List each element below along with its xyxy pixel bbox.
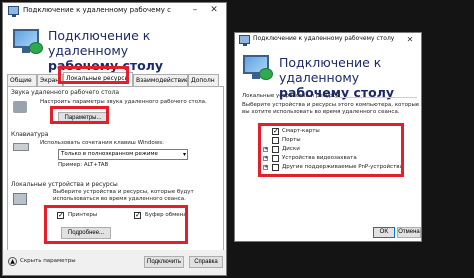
dialog-description-1: Выберите устройства и ресурсы этого комп… xyxy=(242,102,420,108)
remote-desktop-icon xyxy=(239,35,250,46)
keyboard-mode-select[interactable]: Только в полноэкранном режиме ▾ xyxy=(58,149,188,160)
sound-description: Настроить параметры звука удаленного раб… xyxy=(40,99,207,105)
dialog-header: Подключение к удаленному рабочему столу xyxy=(235,47,421,100)
help-button[interactable]: Справка xyxy=(189,256,223,268)
minimize-button[interactable]: – xyxy=(186,3,204,18)
chevron-down-icon: ▾ xyxy=(182,151,186,158)
remote-desktop-icon xyxy=(13,29,43,55)
close-button[interactable]: ✕ xyxy=(205,3,223,18)
remote-desktop-icon xyxy=(243,55,273,81)
keyboard-example: Пример: ALT+TAB xyxy=(58,162,109,168)
tab-experience[interactable]: Взаимодействие xyxy=(133,74,188,86)
dialog-description-2: вы хотите использовать во время удаленно… xyxy=(242,109,400,115)
dialog-footer: OK Отмена xyxy=(235,225,421,241)
devices-group-label: Локальные устройства и ресурсы xyxy=(11,181,118,188)
title-bar[interactable]: Подключение к удаленному рабочему с – ✕ xyxy=(3,3,226,20)
devices-icon xyxy=(13,193,27,205)
keyboard-description: Использовать сочетания клавиш Windows: xyxy=(40,140,164,146)
highlight-devices xyxy=(44,205,188,244)
keyboard-group-label: Клавиатура xyxy=(11,131,49,138)
footer-bar: ▲ Скрыть параметры Подключить Справка xyxy=(3,250,226,275)
keyboard-icon xyxy=(13,143,29,151)
speaker-icon xyxy=(13,101,27,113)
cancel-button[interactable]: Отмена xyxy=(397,227,421,238)
highlight-tab xyxy=(58,66,129,84)
devices-description-1: Выберите устройства и ресурсы, которые б… xyxy=(53,189,194,195)
tab-advanced[interactable]: Дополн xyxy=(188,74,219,86)
window-title: Подключение к удаленному рабочему столу xyxy=(253,35,395,42)
window-header: Подключение к удаленному рабочему столу xyxy=(3,20,226,73)
hide-options-link[interactable]: Скрыть параметры xyxy=(20,258,76,265)
ok-button[interactable]: OK xyxy=(373,227,395,238)
section-divider xyxy=(335,97,417,98)
close-button[interactable]: ✕ xyxy=(401,33,419,46)
connect-button[interactable]: Подключить xyxy=(144,256,184,268)
title-bar[interactable]: Подключение к удаленному рабочему столу … xyxy=(235,33,421,47)
tab-general[interactable]: Общие xyxy=(7,74,37,86)
window-title: Подключение к удаленному рабочему с xyxy=(23,6,171,14)
devices-description-2: использоваться во время удаленного сеанс… xyxy=(53,196,186,202)
section-title: Локальные устройства и ресурсы xyxy=(242,93,340,99)
sound-group-label: Звука удаленного рабочего стола xyxy=(11,89,120,96)
highlight-device-list xyxy=(258,123,404,177)
collapse-arrow-icon[interactable]: ▲ xyxy=(8,257,17,266)
remote-desktop-icon xyxy=(8,6,19,17)
highlight-params-button xyxy=(50,106,109,124)
